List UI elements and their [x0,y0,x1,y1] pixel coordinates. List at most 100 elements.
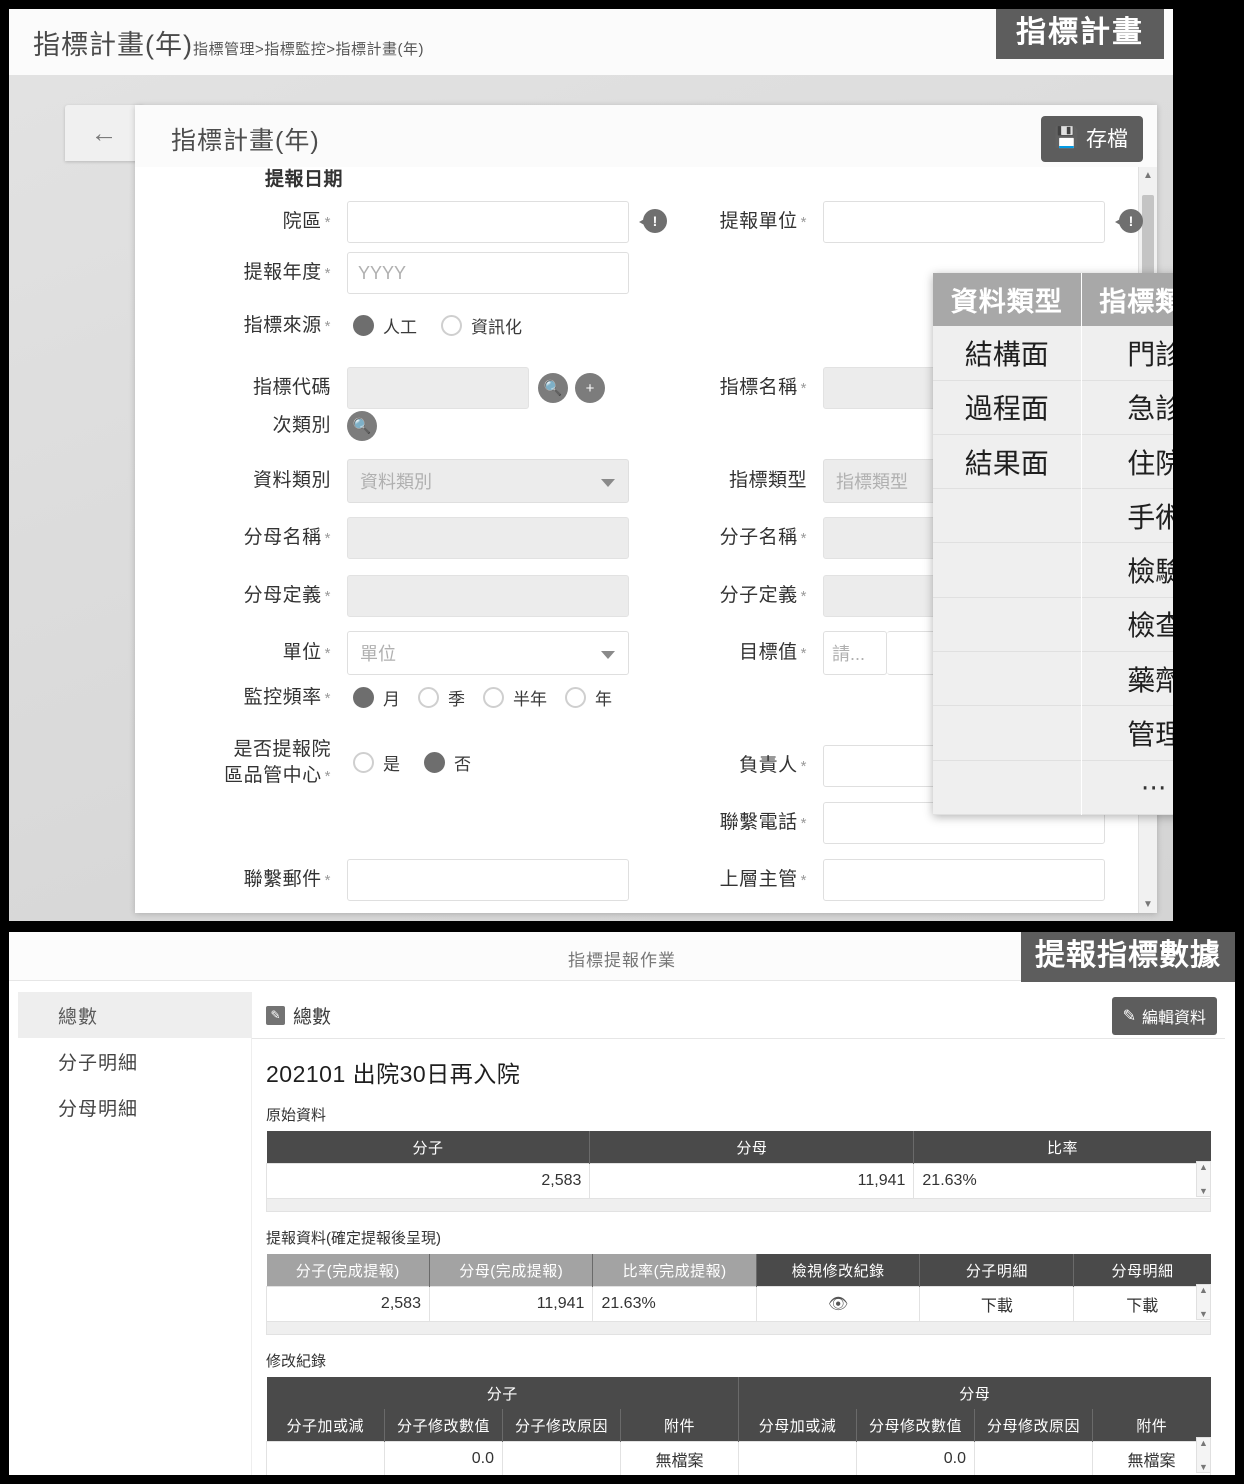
denominator-name-input[interactable] [347,517,629,559]
scroll-down-arrow[interactable]: ▼ [1199,1309,1208,1319]
scroll-down-arrow[interactable]: ▼ [1199,1186,1208,1196]
target-value-label: 目標值 [739,642,798,663]
th-numerator: 分子 [267,1131,590,1164]
download-numerator-link[interactable]: 下載 [920,1287,1074,1322]
table-row: 2,583 11,941 21.63% [267,1164,1211,1199]
data-category-select[interactable]: 資料類別 [347,459,629,503]
manager-input[interactable] [823,859,1105,901]
data-category-label: 資料類別 [183,468,331,494]
sidebar-item-numerator-detail[interactable]: 分子明細 [18,1038,251,1084]
subcategory-label: 次類別 [183,413,331,439]
report-year-input[interactable] [347,252,629,294]
edit-data-button[interactable]: ✎ 編輯資料 [1112,997,1217,1035]
denominator-def-input[interactable] [347,575,629,617]
radio-freq-month[interactable]: 月 [353,685,400,710]
changelog-table-wrap: 分子 分母 分子加或減 分子修改數值 分子修改原因 附件 分母加或減 分母修改數… [252,1377,1225,1475]
denominator-name-label: 分母名稱 [244,527,322,548]
table-row: 2,583 11,941 21.63% 👁 下載 下載 [267,1287,1211,1322]
target-value-operator-select[interactable]: 請... [823,631,887,675]
indicator-type-item[interactable]: 檢驗 [1082,543,1174,597]
sidebar-item-denominator-detail[interactable]: 分母明細 [18,1084,251,1130]
indicator-source-radios: 人工 資訊化 [353,313,536,338]
th-denominator-detail: 分母明細 [1074,1254,1211,1287]
pencil-icon: ✎ [266,1006,285,1025]
sidebar-item-total[interactable]: 總數 [18,992,251,1038]
email-input[interactable] [347,859,629,901]
indicator-type-more[interactable]: ⋯ [1082,761,1174,815]
campus-input[interactable] [347,201,629,243]
quality-center-label-line2: 區品管中心 [224,765,322,786]
radio-qc-no[interactable]: 否 [424,750,471,775]
download-denominator-link[interactable]: 下載 [1074,1287,1211,1322]
cell-denominator-done: 11,941 [429,1287,592,1322]
cell-num-value: 0.0 [385,1442,503,1476]
report-unit-input[interactable] [823,201,1105,243]
email-label: 聯繫郵件 [244,869,322,890]
view-changelog-cell[interactable]: 👁 [756,1287,919,1322]
reported-table-scrollbar[interactable]: ▲ ▼ [1196,1284,1211,1320]
th-denominator: 分母 [590,1131,914,1164]
indicator-type-item[interactable]: 手術 [1082,489,1174,543]
reported-data-table: 分子(完成提報) 分母(完成提報) 比率(完成提報) 檢視修改紀錄 分子明細 分… [266,1254,1211,1322]
subcategory-search-icon[interactable]: 🔍 [347,411,377,441]
quality-center-radios: 是 否 [353,750,485,775]
radio-source-manual[interactable]: 人工 [353,313,417,338]
th-num-value: 分子修改數值 [385,1409,503,1442]
save-button[interactable]: 💾 存檔 [1041,116,1143,162]
table-group-header-row: 分子 分母 [267,1377,1211,1409]
scroll-up-arrow[interactable]: ▲ [1199,1285,1208,1295]
data-type-item[interactable]: 過程面 [933,381,1081,435]
data-type-item[interactable]: 結果面 [933,435,1081,489]
cell-ratio: 21.63% [914,1164,1211,1199]
subcategory-row: 次類別 🔍 [183,411,377,441]
raw-data-table: 分子 分母 比率 2,583 11,941 21.63% [266,1131,1211,1199]
table-header-row: 分子 分母 比率 [267,1131,1211,1164]
indicator-code-label: 指標代碼 [183,375,331,401]
reported-data-table-wrap: 分子(完成提報) 分母(完成提報) 比率(完成提報) 檢視修改紀錄 分子明細 分… [252,1254,1225,1335]
report-date-section-label-row: 提報日期 [213,167,343,193]
reported-data-section-label: 提報資料(確定提報後呈現) [266,1227,1225,1248]
scroll-down-arrow[interactable]: ▼ [1139,896,1157,913]
th-den-value: 分母修改數值 [857,1409,975,1442]
bottom-body: 總數 分子明細 分母明細 ✎ 總數 ✎ 編輯資料 202101 出院30日再入院 [9,980,1235,1475]
breadcrumb: 指標管理>指標監控>指標計畫(年) [193,38,424,59]
indicator-type-item[interactable]: 管理 [1082,706,1174,760]
unit-select[interactable]: 單位 [347,631,629,675]
indicator-type-item[interactable]: 門診 [1082,326,1174,380]
reported-table-footer [266,1322,1211,1335]
scroll-down-arrow[interactable]: ▼ [1199,1462,1208,1472]
radio-qc-yes[interactable]: 是 [353,750,400,775]
indicator-type-item[interactable]: 住院 [1082,435,1174,489]
raw-table-scrollbar[interactable]: ▲ ▼ [1196,1161,1211,1197]
indicator-code-input[interactable] [347,367,529,409]
denominator-def-row: 分母定義* [183,575,629,617]
phone-label: 聯繫電話 [720,812,798,833]
radio-freq-year[interactable]: 年 [565,685,612,710]
radio-freq-halfyear[interactable]: 半年 [483,685,547,710]
radio-dot [441,315,462,336]
scroll-up-arrow[interactable]: ▲ [1199,1162,1208,1172]
th-group-denominator: 分母 [739,1377,1211,1409]
report-date-label: 提報日期 [213,167,343,193]
cell-den-reason [975,1442,1093,1476]
save-button-label: 存檔 [1086,123,1128,153]
plus-icon[interactable]: + [575,373,605,403]
tab-total[interactable]: ✎ 總數 [266,1002,331,1029]
th-num-reason: 分子修改原因 [503,1409,621,1442]
email-row: 聯繫郵件* [183,859,629,901]
indicator-type-item[interactable]: 檢查 [1082,598,1174,652]
indicator-type-item[interactable]: 藥劑 [1082,652,1174,706]
back-button[interactable]: ← [65,105,143,161]
info-bubble-icon-2[interactable]: ! [1115,209,1143,235]
search-icon[interactable]: 🔍 [538,373,568,403]
scroll-up-arrow[interactable]: ▲ [1199,1438,1208,1448]
radio-freq-quarter[interactable]: 季 [418,685,465,710]
scroll-up-arrow[interactable]: ▲ [1139,167,1157,184]
indicator-code-row: 指標代碼 🔍 + [183,367,605,409]
changelog-table-scrollbar[interactable]: ▲ ▼ [1196,1437,1211,1473]
data-type-item[interactable]: 結構面 [933,326,1081,380]
indicator-type-item[interactable]: 急診 [1082,381,1174,435]
radio-source-digital[interactable]: 資訊化 [441,313,522,338]
unit-row: 單位* 單位 [183,631,629,675]
data-type-item-empty [933,598,1081,652]
